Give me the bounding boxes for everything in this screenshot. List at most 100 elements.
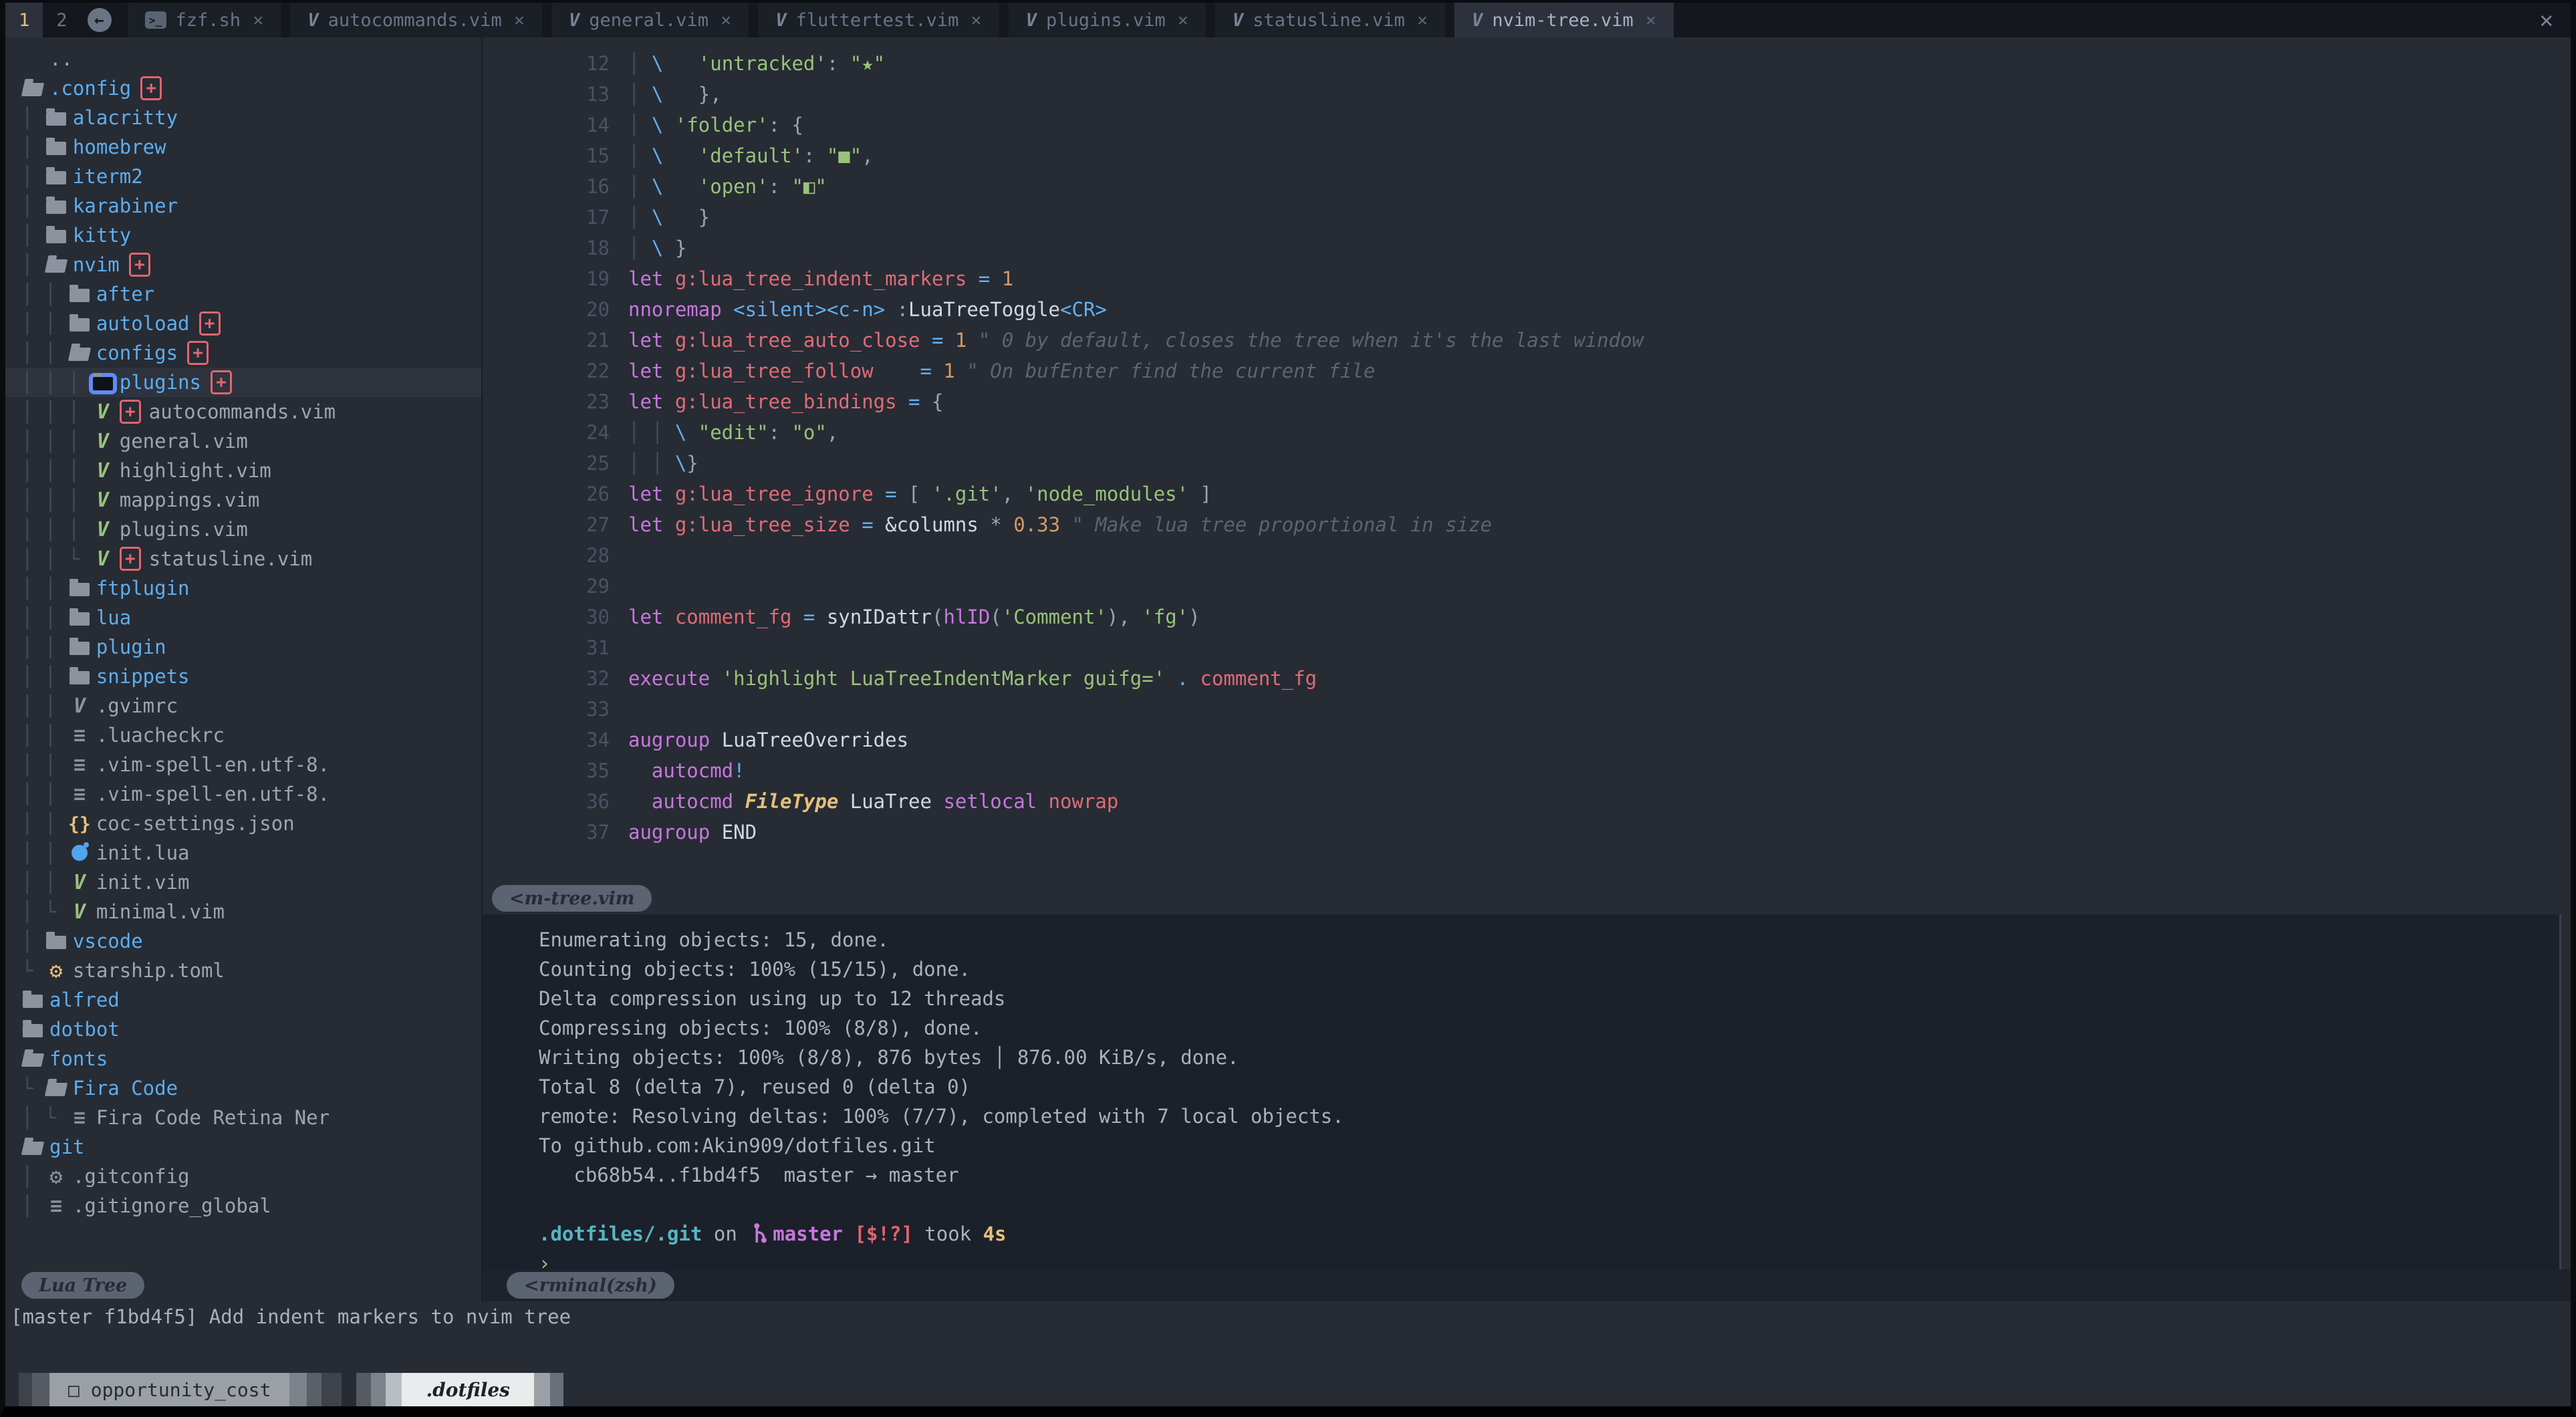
tree-item-Fira-Code-Retina-Ner[interactable]: │ └ ≡Fira Code Retina Ner: [5, 1103, 481, 1132]
tree-item-iterm2[interactable]: │ iterm2: [5, 162, 481, 191]
session-opportunity-cost[interactable]: □ opportunity_cost: [49, 1373, 289, 1406]
tree-item-alacritty[interactable]: │ alacritty: [5, 103, 481, 132]
tree-item-highlight.vim[interactable]: │ │ │ Vhighlight.vim: [5, 456, 481, 485]
tree-item-icon-wrap: V: [92, 518, 114, 541]
tree-item-autocommands.vim[interactable]: │ │ │ V+autocommands.vim: [5, 397, 481, 426]
code-line: 31: [483, 632, 2571, 663]
tree-item-coc-settings.json[interactable]: │ │ {}coc-settings.json: [5, 809, 481, 838]
tree-item-Fira-Code[interactable]: └ Fira Code: [5, 1073, 481, 1103]
tree-item-plugin[interactable]: │ │ plugin: [5, 632, 481, 662]
tree-item-init.lua[interactable]: │ │ init.lua: [5, 838, 481, 868]
indent-guides: │ │ │: [21, 371, 92, 394]
terminal-line: remote: Resolving deltas: 100% (7/7), co…: [539, 1102, 2559, 1131]
tree-item-lua[interactable]: │ │ lua: [5, 603, 481, 632]
tree-item-mappings.vim[interactable]: │ │ │ Vmappings.vim: [5, 485, 481, 515]
tree-item-init.vim[interactable]: │ │ Vinit.vim: [5, 868, 481, 897]
session-dotfiles[interactable]: .dotfiles: [402, 1373, 534, 1406]
line-number: 26: [483, 483, 628, 505]
code-token: =: [791, 606, 826, 628]
line-number: 18: [483, 237, 628, 259]
tree-item-.gitignore-global[interactable]: │ ≡.gitignore_global: [5, 1191, 481, 1220]
tree-item-fonts[interactable]: fonts: [5, 1044, 481, 1073]
tree-item-autoload[interactable]: │ │ autoload+: [5, 309, 481, 338]
code-token: let: [628, 360, 675, 382]
vim-file-icon: V: [97, 518, 109, 541]
tree-item-snippets[interactable]: │ │ snippets: [5, 662, 481, 691]
tree-item-label: homebrew: [73, 136, 166, 158]
tree-item-.vim-spell-en.utf-8.[interactable]: │ │ ≡.vim-spell-en.utf-8.: [5, 750, 481, 779]
tree-item-label: Fira Code: [73, 1077, 178, 1100]
folder-icon: [23, 995, 43, 1008]
code-token: comment_fg: [1200, 667, 1317, 690]
tree-item-statusline.vim[interactable]: │ │ └ V+statusline.vim: [5, 544, 481, 573]
code-line: 23let g:lua_tree_bindings = {: [483, 386, 2571, 417]
git-status-badge: +: [120, 400, 141, 424]
tab-fluttertest.vim[interactable]: Vfluttertest.vim×: [758, 3, 999, 37]
code-token: <CR>: [1060, 298, 1107, 321]
tab-plugins.vim[interactable]: Vplugins.vim×: [1009, 3, 1206, 37]
tmux-window-indicator-1[interactable]: 1: [5, 3, 43, 37]
tab-autocommands.vim[interactable]: Vautocommands.vim×: [290, 3, 542, 37]
terminal-statusline: <rminal(zsh): [483, 1269, 2571, 1301]
tab-close-icon[interactable]: ×: [1417, 10, 1428, 31]
tree-item-after[interactable]: │ │ after: [5, 279, 481, 309]
tab-close-icon[interactable]: ×: [1178, 10, 1188, 31]
tab-nvim-tree.vim[interactable]: Vnvim-tree.vim×: [1454, 3, 1674, 37]
tab-close-icon[interactable]: ×: [1646, 10, 1656, 31]
tree-item-.gvimrc[interactable]: │ │ V.gvimrc: [5, 691, 481, 721]
tree-item-configs[interactable]: │ │ configs+: [5, 338, 481, 368]
tree-item-vscode[interactable]: │ vscode: [5, 926, 481, 956]
terminal-line: [539, 1190, 2559, 1219]
code-token: =: [920, 360, 944, 382]
tab-close-icon[interactable]: ×: [253, 10, 263, 31]
tree-item-icon-wrap: [45, 933, 68, 949]
code-token: │: [628, 52, 652, 75]
code-token: hlID: [943, 606, 990, 628]
indent-guides: │: [21, 253, 45, 276]
tmux-window-indicator-2[interactable]: 2: [43, 3, 80, 37]
tab-close-icon[interactable]: ×: [721, 10, 731, 31]
terminal-pane[interactable]: Enumerating objects: 15, done.Counting o…: [483, 914, 2561, 1269]
vim-icon: V: [1026, 10, 1037, 31]
folder-open-icon: [45, 259, 68, 273]
tree-item-..[interactable]: ..: [5, 44, 481, 74]
tree-item-.gitconfig[interactable]: │ ⚙.gitconfig: [5, 1162, 481, 1191]
code-line: 34augroup LuaTreeOverrides: [483, 725, 2571, 755]
tab-close-icon[interactable]: ×: [971, 10, 981, 31]
code-token: " Make lua tree proportional in size: [1060, 513, 1492, 536]
tab-close-icon[interactable]: ×: [514, 10, 525, 31]
vim-file-icon: V: [97, 430, 109, 453]
code-token: │: [628, 83, 652, 106]
editor-buffer[interactable]: 12│ \ 'untracked': "★"13│ \ },14│ \ 'fol…: [483, 37, 2571, 882]
tree-item-label: lua: [96, 606, 131, 629]
file-tree-panel[interactable]: ...config+│ alacritty│ homebrew│ iterm2│…: [5, 37, 483, 1269]
tab-general.vim[interactable]: Vgeneral.vim×: [551, 3, 749, 37]
tree-item-label: .gvimrc: [96, 694, 178, 717]
tree-item-plugins.vim[interactable]: │ │ │ Vplugins.vim: [5, 515, 481, 544]
tree-item-starship.toml[interactable]: └ ⚙starship.toml: [5, 956, 481, 985]
tree-item-ftplugin[interactable]: │ │ ftplugin: [5, 573, 481, 603]
tree-item-karabiner[interactable]: │ karabiner: [5, 191, 481, 221]
line-number: 12: [483, 52, 628, 75]
close-icon[interactable]: ✕: [2540, 7, 2553, 33]
code-line: 28: [483, 540, 2571, 571]
tree-item-kitty[interactable]: │ kitty: [5, 221, 481, 250]
tree-item-minimal.vim[interactable]: │ └ Vminimal.vim: [5, 897, 481, 926]
tree-item-homebrew[interactable]: │ homebrew: [5, 132, 481, 162]
tree-item-dotbot[interactable]: dotbot: [5, 1015, 481, 1044]
code-token: }: [686, 452, 698, 475]
code-token: !: [733, 759, 745, 782]
tree-item-git[interactable]: git: [5, 1132, 481, 1162]
tree-item-.luacheckrc[interactable]: │ │ ≡.luacheckrc: [5, 721, 481, 750]
tab-fzf.sh[interactable]: >_fzf.sh×: [128, 3, 281, 37]
back-arrow-icon[interactable]: ←: [88, 8, 112, 32]
code-line: 24│ │ \ "edit": "o",: [483, 417, 2571, 448]
tree-item-alfred[interactable]: alfred: [5, 985, 481, 1015]
tree-item-icon-wrap: [45, 110, 68, 126]
tree-item-.vim-spell-en.utf-8.[interactable]: │ │ ≡.vim-spell-en.utf-8.: [5, 779, 481, 809]
tree-item-plugins[interactable]: │ │ │ plugins+: [5, 368, 481, 397]
tab-statusline.vim[interactable]: Vstatusline.vim×: [1215, 3, 1445, 37]
tree-item-general.vim[interactable]: │ │ │ Vgeneral.vim: [5, 426, 481, 456]
tree-item-nvim[interactable]: │ nvim+: [5, 250, 481, 279]
tree-item-.config[interactable]: .config+: [5, 74, 481, 103]
